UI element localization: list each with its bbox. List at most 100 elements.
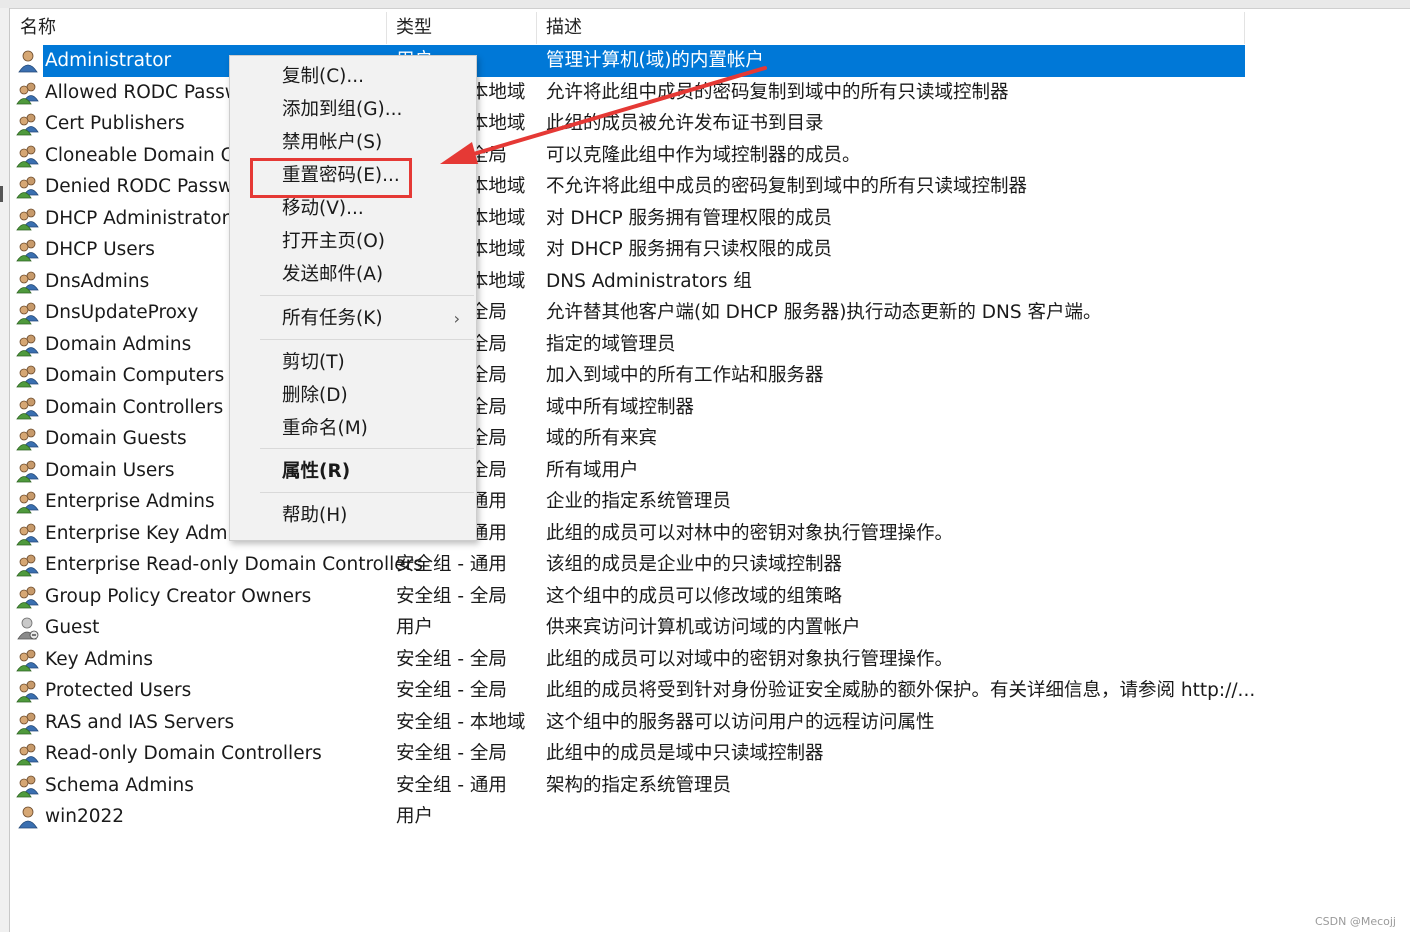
list-row[interactable]: Domain Controllers安全组 - 全局域中所有域控制器 (11, 392, 1251, 424)
column-header-description[interactable]: 描述 (537, 12, 1245, 44)
chevron-right-icon: › (453, 309, 460, 328)
row-name: Domain Guests (45, 428, 187, 449)
group-icon (16, 459, 40, 483)
list-row[interactable]: Protected Users 安全组 - 全局 此组的成员将受到针对身份验证安全威… (11, 675, 1255, 707)
group-icon (16, 396, 40, 420)
row-name: Domain Computers (45, 365, 225, 386)
list-row[interactable]: DnsAdmins安全组 - 本地域DNS Administrators 组 (11, 266, 1251, 298)
list-row[interactable]: Group Policy Creator Owners 安全组 - 全局 这个组中的… (11, 581, 1251, 613)
list-row[interactable]: Denied RODC Password Replication Group安全… (11, 171, 1251, 203)
group-icon (16, 711, 40, 735)
left-pane-edge[interactable] (0, 8, 10, 932)
list-row[interactable]: RAS and IAS Servers 安全组 - 本地域 这个组中的服务器可以访问… (11, 707, 1251, 739)
menu-item-all-tasks[interactable]: 所有任务(K) › (230, 302, 476, 335)
list-row[interactable]: Guest 用户 供来宾访问计算机或访问域的内置帐户 (11, 612, 1251, 644)
annotation-arrow-icon (440, 66, 767, 164)
row-type: 安全组 - 全局 (396, 585, 507, 607)
row-name: Schema Admins (45, 774, 194, 796)
row-description: 此组的成员将受到针对身份验证安全威胁的额外保护。有关详细信息，请参阅 http:… (546, 680, 1256, 701)
row-name: Enterprise Admins (45, 491, 215, 512)
group-icon (16, 175, 40, 199)
group-icon (16, 207, 40, 231)
row-name: win2022 (45, 806, 125, 827)
row-description: DNS Administrators 组 (546, 270, 752, 292)
menu-item-cut[interactable]: 剪切(T) (230, 346, 476, 379)
row-type: 安全组 - 全局 (396, 648, 507, 670)
row-type: 安全组 - 全局 (396, 743, 507, 764)
row-description: 域中所有域控制器 (546, 396, 695, 418)
window-top-strip (0, 0, 1410, 9)
row-name: Protected Users (45, 680, 192, 701)
list-row[interactable]: Domain Admins安全组 - 全局指定的域管理员 (11, 329, 1251, 361)
user-icon (16, 49, 40, 73)
list-row[interactable]: Enterprise Read-only Domain Controllers 安… (11, 549, 1251, 581)
menu-item-properties[interactable]: 属性(R) (230, 455, 476, 488)
row-name: RAS and IAS Servers (45, 711, 235, 733)
row-type: 安全组 - 通用 (396, 554, 507, 575)
row-name: Administrator (43, 45, 174, 77)
list-row[interactable]: Key Admins 安全组 - 全局 此组的成员可以对域中的密钥对象执行管理操作。 (11, 644, 1251, 676)
row-type: 安全组 - 本地域 (396, 711, 526, 733)
menu-separator (260, 339, 474, 340)
list-row[interactable]: win2022 用户 (11, 801, 1251, 833)
menu-item-rename[interactable]: 重命名(M) (230, 412, 476, 445)
menu-item-help[interactable]: 帮助(H) (230, 499, 476, 532)
row-description: 这个组中的服务器可以访问用户的远程访问属性 (546, 711, 935, 733)
row-description: 域的所有来宾 (546, 428, 658, 449)
list-row[interactable]: DHCP Administrators安全组 - 本地域对 DHCP 服务拥有管… (11, 203, 1251, 235)
list-row[interactable]: Schema Admins 安全组 - 通用 架构的指定系统管理员 (11, 770, 1251, 802)
row-type: 安全组 - 通用 (396, 774, 507, 796)
row-description: 所有域用户 (546, 459, 639, 481)
left-pane-mark (0, 186, 3, 202)
menu-item-all-tasks-label: 所有任务(K) (282, 308, 383, 329)
list-row[interactable]: DnsUpdateProxy安全组 - 全局允许替其他客户端(如 DHCP 服务… (11, 297, 1251, 329)
row-name: Key Admins (45, 648, 154, 670)
row-description: 对 DHCP 服务拥有管理权限的成员 (546, 207, 832, 229)
column-divider[interactable] (1244, 12, 1245, 44)
row-name: Enterprise Key Admins (45, 522, 255, 544)
list-row[interactable]: Domain Computers安全组 - 全局加入到域中的所有工作站和服务器 (11, 360, 1251, 392)
row-name: Domain Users (45, 459, 175, 481)
annotation-highlight-box (250, 158, 412, 198)
row-name: DnsUpdateProxy (45, 302, 199, 323)
menu-item-open-home-page[interactable]: 打开主页(O) (230, 225, 476, 258)
group-icon (16, 270, 40, 294)
group-icon (16, 585, 40, 609)
row-name: Read-only Domain Controllers (45, 743, 322, 764)
row-name: Enterprise Read-only Domain Controllers (45, 554, 423, 575)
group-icon (16, 238, 40, 262)
list-row[interactable]: Read-only Domain Controllers 安全组 - 全局 此组中的… (11, 738, 1251, 770)
row-description: 此组的成员可以对域中的密钥对象执行管理操作。 (546, 648, 954, 670)
menu-item-delete[interactable]: 删除(D) (230, 379, 476, 412)
group-icon (16, 522, 40, 546)
list-row[interactable]: Domain Guests安全组 - 全局域的所有来宾 (11, 423, 1251, 455)
column-header-type[interactable]: 类型 (387, 12, 537, 44)
group-icon (16, 364, 40, 388)
group-icon (16, 553, 40, 577)
list-row[interactable]: DHCP Users安全组 - 本地域对 DHCP 服务拥有只读权限的成员 (11, 234, 1251, 266)
row-description: 对 DHCP 服务拥有只读权限的成员 (546, 239, 832, 260)
row-type: 用户 (396, 617, 434, 638)
list-row[interactable]: Enterprise Admins安全组 - 通用企业的指定系统管理员 (11, 486, 1251, 518)
row-description: 这个组中的成员可以修改域的组策略 (546, 585, 843, 607)
row-description: 允许替其他客户端(如 DHCP 服务器)执行动态更新的 DNS 客户端。 (546, 302, 1102, 323)
row-name: DnsAdmins (45, 270, 150, 292)
list-row[interactable]: Enterprise Key Admins安全组 - 通用此组的成员可以对林中的… (11, 518, 1251, 550)
menu-item-send-mail[interactable]: 发送邮件(A) (230, 258, 476, 291)
group-icon (16, 648, 40, 672)
row-type: 用户 (396, 806, 434, 827)
list-header: 名称 类型 描述 (11, 12, 1245, 44)
row-name: Domain Admins (45, 333, 192, 355)
user-icon (16, 805, 40, 829)
group-icon (16, 333, 40, 357)
list-row[interactable]: Domain Users安全组 - 全局所有域用户 (11, 455, 1251, 487)
group-icon (16, 427, 40, 451)
row-description: 指定的域管理员 (546, 333, 676, 355)
menu-separator (260, 448, 474, 449)
guest-icon (16, 616, 40, 640)
row-description: 加入到域中的所有工作站和服务器 (546, 365, 824, 386)
row-description: 此组的成员可以对林中的密钥对象执行管理操作。 (546, 522, 954, 544)
group-icon (16, 490, 40, 514)
column-header-name[interactable]: 名称 (11, 12, 386, 44)
row-name: Domain Controllers (45, 396, 224, 418)
